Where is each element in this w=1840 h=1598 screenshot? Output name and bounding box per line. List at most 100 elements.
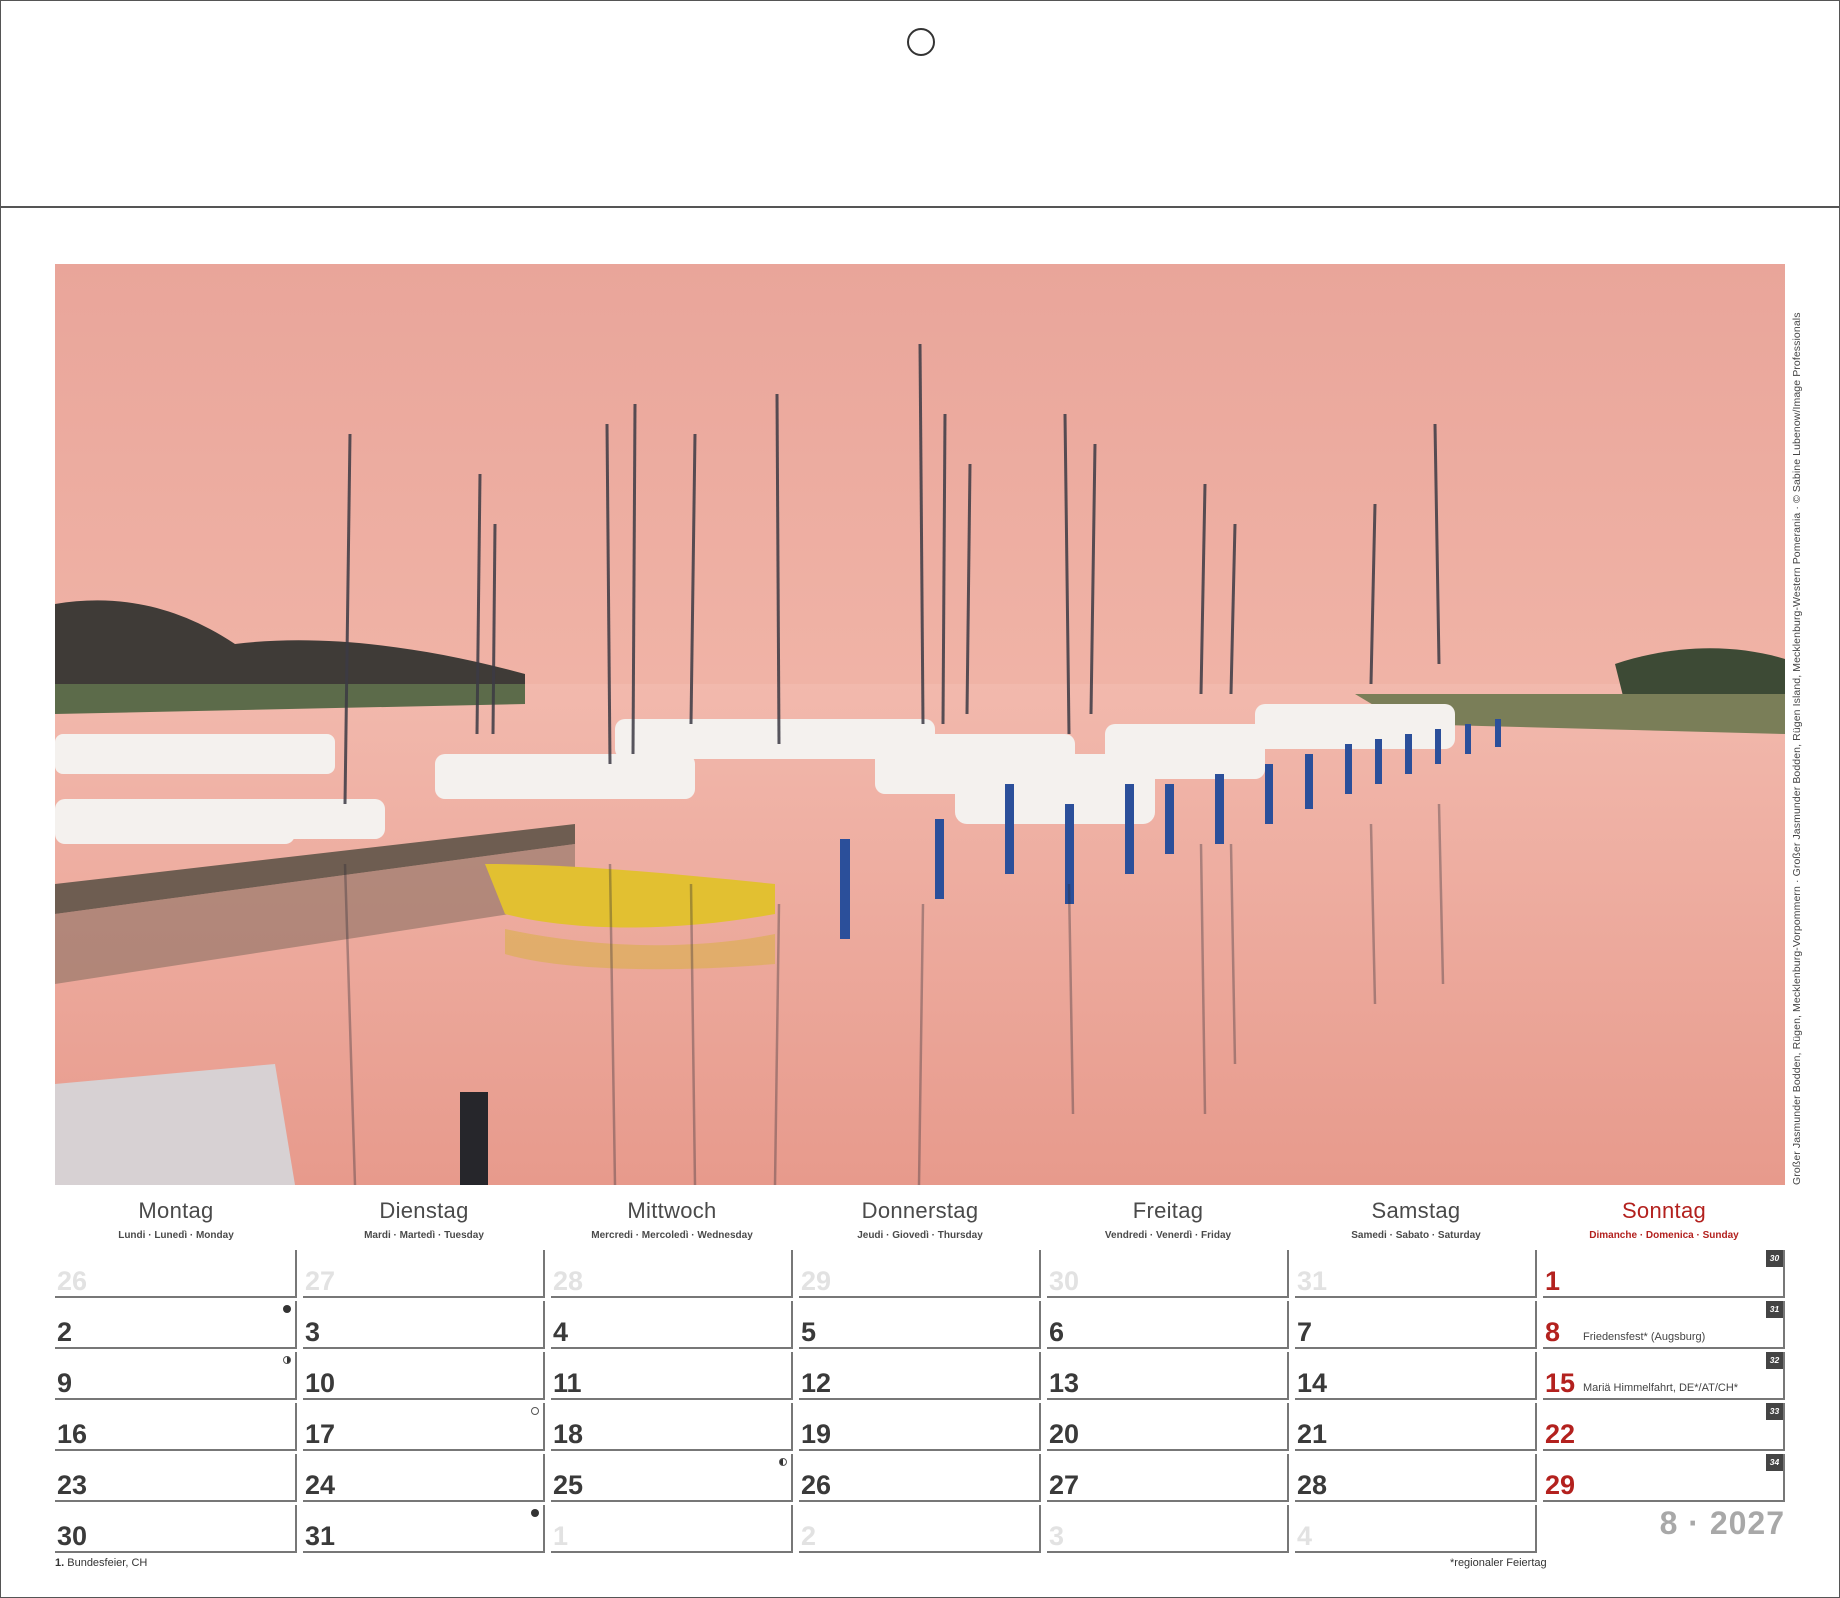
holiday-label: Friedensfest* (Augsburg) bbox=[1583, 1331, 1706, 1343]
holiday-label: Mariä Himmelfahrt, DE*/AT/CH* bbox=[1583, 1382, 1739, 1394]
weekday-translations: Mercredi · Mercoledì · Wednesday bbox=[591, 1230, 753, 1241]
photo-illustration bbox=[55, 264, 1785, 1185]
weekday-name: Freitag bbox=[1132, 1198, 1204, 1223]
day-cell: 10 bbox=[303, 1352, 545, 1400]
day-cell: 13 bbox=[1047, 1352, 1289, 1400]
day-cell: 1 30 bbox=[1543, 1250, 1785, 1298]
day-number: 13 bbox=[1049, 1368, 1080, 1398]
day-number: 23 bbox=[57, 1470, 88, 1500]
weekday-translations: Vendredi · Venerdì · Friday bbox=[1104, 1230, 1232, 1241]
day-cell: 2 bbox=[799, 1505, 1041, 1553]
day-number: 31 bbox=[305, 1521, 336, 1551]
weekday-name: Montag bbox=[138, 1198, 214, 1223]
day-number: 21 bbox=[1297, 1419, 1328, 1449]
day-cell: 29 bbox=[799, 1250, 1041, 1298]
month-year-label: 8 · 2027 bbox=[1659, 1505, 1785, 1541]
day-cell: 22 33 bbox=[1543, 1403, 1785, 1451]
day-cell: 26 bbox=[799, 1454, 1041, 1502]
day-cell: 4 bbox=[551, 1301, 793, 1349]
day-number: 30 bbox=[57, 1521, 88, 1551]
week-number-badge: 34 bbox=[1766, 1454, 1783, 1471]
photo-credit: Großer Jasmunder Bodden, Rügen, Mecklenb… bbox=[1791, 312, 1803, 1185]
weekday-translations: Mardi · Martedì · Tuesday bbox=[364, 1230, 484, 1241]
day-number: 9 bbox=[57, 1368, 73, 1398]
day-cell: 15 Mariä Himmelfahrt, DE*/AT/CH* 32 bbox=[1543, 1352, 1785, 1400]
day-number: 29 bbox=[1545, 1470, 1576, 1500]
day-number: 16 bbox=[57, 1419, 88, 1449]
footnote-left-text: Bundesfeier, CH bbox=[64, 1557, 148, 1569]
day-cell: 30 bbox=[55, 1505, 297, 1553]
day-number: 17 bbox=[305, 1419, 336, 1449]
day-cell: 8 Friedensfest* (Augsburg) 31 bbox=[1543, 1301, 1785, 1349]
day-cell: 16 bbox=[55, 1403, 297, 1451]
day-number: 30 bbox=[1049, 1266, 1080, 1296]
day-number: 28 bbox=[553, 1266, 584, 1296]
day-number: 27 bbox=[305, 1266, 336, 1296]
day-cell: 1 bbox=[551, 1505, 793, 1553]
day-number: 29 bbox=[801, 1266, 832, 1296]
day-number: 2 bbox=[57, 1317, 73, 1347]
hanging-strip bbox=[0, 0, 1840, 208]
day-cell: 27 bbox=[1047, 1454, 1289, 1502]
day-cell: 9 bbox=[55, 1352, 297, 1400]
weekday-header: Donnerstag Jeudi · Giovedì · Thursday bbox=[799, 1190, 1041, 1241]
day-cell: 27 bbox=[303, 1250, 545, 1298]
week-number-badge: 33 bbox=[1766, 1403, 1783, 1420]
day-cell: 6 bbox=[1047, 1301, 1289, 1349]
weekday-header: Montag Lundi · Lunedì · Monday bbox=[55, 1190, 297, 1241]
day-number: 20 bbox=[1049, 1419, 1080, 1449]
footnote-right: *regionaler Feiertag bbox=[1450, 1557, 1547, 1569]
day-number: 10 bbox=[305, 1368, 336, 1398]
day-number: 31 bbox=[1297, 1266, 1328, 1296]
weekday-header: Dienstag Mardi · Martedì · Tuesday bbox=[303, 1190, 545, 1241]
day-cell: 28 bbox=[551, 1250, 793, 1298]
day-number: 2 bbox=[801, 1521, 817, 1551]
day-number: 8 bbox=[1545, 1317, 1561, 1347]
day-cell: 3 bbox=[303, 1301, 545, 1349]
marina-sunset-photo bbox=[55, 264, 1785, 1185]
day-number: 22 bbox=[1545, 1419, 1576, 1449]
day-cell: 31 bbox=[303, 1505, 545, 1553]
day-number: 11 bbox=[553, 1368, 582, 1398]
day-cell: 30 bbox=[1047, 1250, 1289, 1298]
weekday-translations: Lundi · Lunedì · Monday bbox=[118, 1230, 234, 1241]
day-number: 6 bbox=[1049, 1317, 1065, 1347]
moon-first-icon bbox=[283, 1356, 291, 1364]
weekday-name: Donnerstag bbox=[861, 1198, 979, 1223]
day-number: 26 bbox=[57, 1266, 88, 1296]
weekday-name: Dienstag bbox=[379, 1198, 469, 1223]
day-number: 3 bbox=[1049, 1521, 1065, 1551]
day-cell: 18 bbox=[551, 1403, 793, 1451]
day-number: 27 bbox=[1049, 1470, 1080, 1500]
weekday-name: Mittwoch bbox=[627, 1198, 717, 1223]
day-cell: 19 bbox=[799, 1403, 1041, 1451]
footnote-left-date: 1. bbox=[55, 1557, 65, 1569]
day-cell: 17 bbox=[303, 1403, 545, 1451]
day-number: 14 bbox=[1297, 1368, 1328, 1398]
week-number-badge: 31 bbox=[1766, 1301, 1783, 1318]
moon-last-icon bbox=[779, 1458, 787, 1466]
day-number: 15 bbox=[1545, 1368, 1576, 1398]
day-cell: 4 bbox=[1295, 1505, 1537, 1553]
day-number: 1 bbox=[1545, 1266, 1561, 1296]
day-number: 5 bbox=[801, 1317, 817, 1347]
day-cell: 12 bbox=[799, 1352, 1041, 1400]
day-number: 3 bbox=[305, 1317, 321, 1347]
weekday-translations: Dimanche · Domenica · Sunday bbox=[1589, 1230, 1739, 1241]
day-cell: 20 bbox=[1047, 1403, 1289, 1451]
weekday-name: Samstag bbox=[1371, 1198, 1461, 1223]
weekday-translations: Samedi · Sabato · Saturday bbox=[1351, 1230, 1481, 1241]
day-cell: 31 bbox=[1295, 1250, 1537, 1298]
day-cell: 11 bbox=[551, 1352, 793, 1400]
day-cell: 23 bbox=[55, 1454, 297, 1502]
moon-new-icon bbox=[283, 1305, 291, 1313]
day-number: 4 bbox=[1297, 1521, 1313, 1551]
weekday-header: Mittwoch Mercredi · Mercoledì · Wednesday bbox=[551, 1190, 793, 1241]
calendar-grid: Montag Lundi · Lunedì · Monday Dienstag Mar… bbox=[55, 1190, 1785, 1553]
day-number: 7 bbox=[1297, 1317, 1313, 1347]
day-cell: 21 bbox=[1295, 1403, 1537, 1451]
weekday-header: Sonntag Dimanche · Domenica · Sunday bbox=[1543, 1190, 1785, 1241]
day-number: 12 bbox=[801, 1368, 832, 1398]
day-cell: 14 bbox=[1295, 1352, 1537, 1400]
week-number-badge: 32 bbox=[1766, 1352, 1783, 1369]
